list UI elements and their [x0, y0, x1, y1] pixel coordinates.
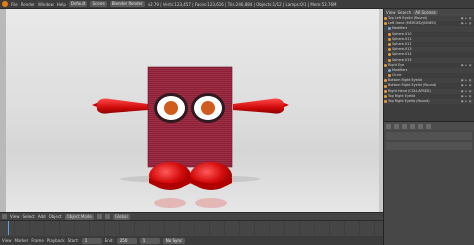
viewport-menu-view[interactable]: View	[10, 214, 20, 219]
mode-selector[interactable]: Object Mode	[64, 213, 94, 220]
outliner-menu-search[interactable]: Search	[398, 10, 412, 15]
top-info-bar: File Render Window Help Default Scene Bl…	[0, 0, 474, 9]
scene-render	[92, 66, 289, 208]
mesh-icon	[388, 48, 391, 52]
viewport-menu-object[interactable]: Object	[49, 214, 62, 219]
mesh-icon	[388, 32, 391, 36]
object-tab-icon[interactable]	[410, 123, 415, 129]
3d-viewport[interactable]	[0, 9, 383, 212]
visibility-icons[interactable]: ◉ ▸ ◍	[461, 63, 472, 68]
layout-selector[interactable]: Default	[68, 1, 88, 7]
menu-render[interactable]: Render	[21, 2, 35, 7]
right-foot-reflection	[195, 198, 227, 208]
pivot-icon[interactable]	[104, 214, 110, 219]
object-icon	[384, 94, 387, 98]
left-eye	[154, 93, 188, 123]
editor-type-icon[interactable]	[2, 214, 7, 219]
outliner-header: View Search All Scenes	[384, 9, 474, 16]
mesh-icon	[388, 37, 391, 41]
world-tab-icon[interactable]	[402, 123, 407, 129]
visibility-icons[interactable]: ◉ ▸ ◍	[461, 99, 472, 104]
timeline-menu-view[interactable]: View	[2, 238, 12, 243]
menu-file[interactable]: File	[11, 2, 18, 7]
mesh-icon	[388, 53, 391, 57]
object-icon	[384, 100, 387, 104]
outliner-scope-selector[interactable]: All Scenes	[413, 10, 438, 15]
material-tab-icon[interactable]	[426, 123, 431, 129]
outliner-menu-view[interactable]: View	[386, 10, 396, 15]
timeline-menu-frame[interactable]: Frame	[31, 238, 43, 243]
properties-panel[interactable]	[386, 142, 472, 150]
shading-icon[interactable]	[96, 214, 102, 219]
object-icon	[384, 79, 387, 83]
object-icon	[384, 17, 387, 21]
wrench-icon	[388, 27, 391, 31]
object-icon	[384, 22, 387, 26]
timeline-menu-marker[interactable]: Marker	[15, 238, 29, 243]
properties-tabs	[384, 122, 474, 130]
outliner: View Search All Scenes Top Left Eyelid (…	[383, 9, 474, 121]
right-foot	[190, 162, 232, 190]
end-frame-field[interactable]: 250	[116, 237, 137, 244]
viewport-menu-select[interactable]: Select	[23, 214, 35, 219]
end-frame-label: End:	[104, 238, 114, 243]
scene-stats: v2.79 | Verts:123,457 | Faces:123,616 | …	[147, 1, 337, 7]
mesh-icon	[388, 74, 391, 78]
scene-selector[interactable]: Scene	[90, 1, 107, 7]
viewport-header: View Select Add Object Object Mode Globa…	[0, 212, 383, 220]
left-foot	[149, 162, 191, 190]
timeline-header: View Marker Frame Playback Start: 1 End:…	[0, 236, 383, 245]
object-icon	[384, 63, 387, 67]
outliner-tree[interactable]: Top Left Eyelid (Round) ◉ ▸ ◍ Left Hand (…	[384, 16, 474, 121]
current-frame-field[interactable]: 1	[139, 237, 160, 244]
scene-tab-icon[interactable]	[394, 123, 399, 129]
properties-panel[interactable]	[386, 132, 472, 140]
start-frame-field[interactable]: 1	[81, 237, 102, 244]
menu-help[interactable]: Help	[57, 2, 66, 7]
modifier-tab-icon[interactable]	[418, 123, 423, 129]
render-tab-icon[interactable]	[386, 123, 391, 129]
blender-logo-icon[interactable]	[2, 1, 8, 7]
properties-editor[interactable]	[383, 121, 474, 245]
start-frame-label: Start:	[67, 238, 79, 243]
playhead[interactable]	[8, 221, 9, 235]
render-engine-selector[interactable]: Blender Render	[109, 1, 145, 7]
right-arm	[233, 98, 289, 114]
visibility-icons[interactable]: ◉ ▸ ◍	[461, 21, 472, 26]
outliner-row[interactable]: Top Right Eyelid (Round) ◉ ▸ ◍	[384, 99, 474, 105]
menu-window[interactable]: Window	[38, 2, 54, 7]
mesh-icon	[388, 58, 391, 62]
right-eye	[191, 93, 225, 123]
object-icon	[384, 89, 387, 93]
object-icon	[384, 84, 387, 88]
mesh-icon	[388, 43, 391, 47]
sync-selector[interactable]: No Sync	[162, 237, 186, 244]
timeline-ruler[interactable]	[0, 221, 383, 235]
transform-orientation-selector[interactable]: Global	[112, 213, 130, 220]
left-arm	[92, 98, 148, 114]
viewport-menu-add[interactable]: Add	[38, 214, 46, 219]
left-foot-reflection	[154, 198, 186, 208]
wrench-icon	[388, 68, 391, 72]
timeline-editor[interactable]: View Marker Frame Playback Start: 1 End:…	[0, 220, 383, 245]
timeline-menu-playback[interactable]: Playback	[47, 238, 65, 243]
